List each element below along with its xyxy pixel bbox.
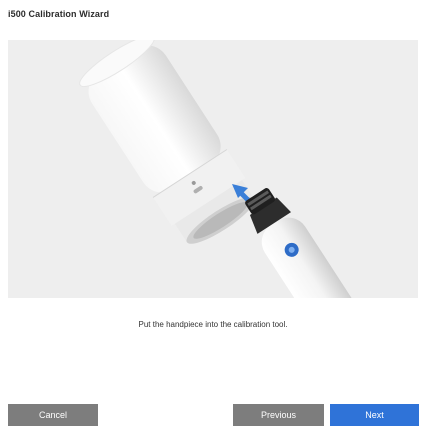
handpiece-icon <box>245 188 369 298</box>
wizard-title: i500 Calibration Wizard <box>8 9 110 19</box>
instruction-text: Put the handpiece into the calibration t… <box>138 320 288 329</box>
next-button[interactable]: Next <box>330 404 419 426</box>
calibration-illustration <box>8 40 418 298</box>
previous-button[interactable]: Previous <box>233 404 324 426</box>
calibration-tool-icon <box>79 40 255 244</box>
cancel-button[interactable]: Cancel <box>8 404 98 426</box>
